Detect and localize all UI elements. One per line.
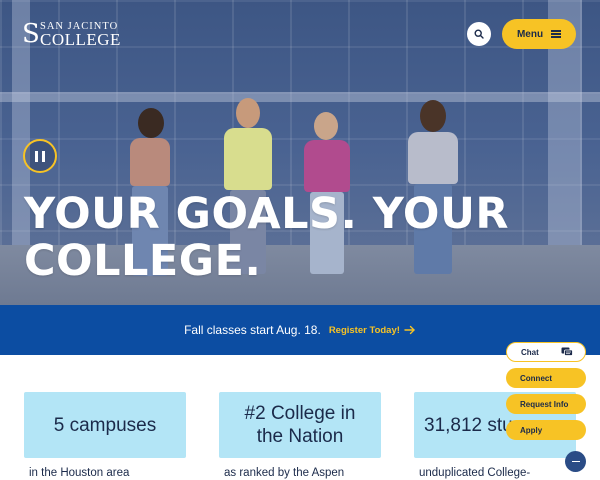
apply-label: Apply: [520, 425, 543, 435]
stat-value: #2 College in the Nation: [244, 403, 356, 447]
stat-caption: unduplicated College-: [419, 467, 531, 479]
collapse-actions-button[interactable]: [565, 451, 586, 472]
stat-card-ranking: #2 College in the Nation: [219, 392, 381, 458]
announcement-text: Fall classes start Aug. 18.: [184, 323, 321, 337]
logo-mark: S: [22, 19, 40, 49]
collapse-icon: [571, 460, 580, 463]
chat-label: Chat: [521, 347, 539, 357]
search-button[interactable]: [467, 22, 491, 46]
apply-button[interactable]: Apply: [506, 420, 586, 440]
register-link-label: Register Today!: [328, 324, 400, 336]
menu-label: Menu: [516, 28, 544, 40]
chat-button[interactable]: Chat: [506, 342, 586, 362]
arrow-right-icon: [404, 325, 416, 335]
request-info-button[interactable]: Request Info: [506, 394, 586, 414]
search-icon: [474, 29, 484, 39]
hero-section: S SAN JACINTO COLLEGE Menu YOUR GOALS. Y…: [0, 0, 600, 305]
connect-label: Connect: [520, 373, 552, 383]
stat-value: 5 campuses: [53, 414, 157, 436]
pause-icon: [33, 150, 47, 162]
logo-text-bottom: COLLEGE: [40, 30, 121, 49]
pause-video-button[interactable]: [23, 139, 57, 173]
hero-headline: YOUR GOALS. YOUR COLLEGE.: [24, 189, 509, 286]
menu-button[interactable]: Menu: [502, 19, 576, 49]
request-info-label: Request Info: [520, 399, 569, 409]
stat-caption: as ranked by the Aspen: [224, 467, 345, 479]
stat-caption: in the Houston area: [29, 467, 130, 479]
chat-icon: [561, 347, 573, 357]
hamburger-icon: [551, 30, 562, 38]
stat-value: 31,812 stu: [424, 414, 513, 436]
register-today-link[interactable]: Register Today!: [329, 325, 416, 336]
connect-button[interactable]: Connect: [506, 368, 586, 388]
stat-card-campuses: 5 campuses: [24, 392, 186, 458]
